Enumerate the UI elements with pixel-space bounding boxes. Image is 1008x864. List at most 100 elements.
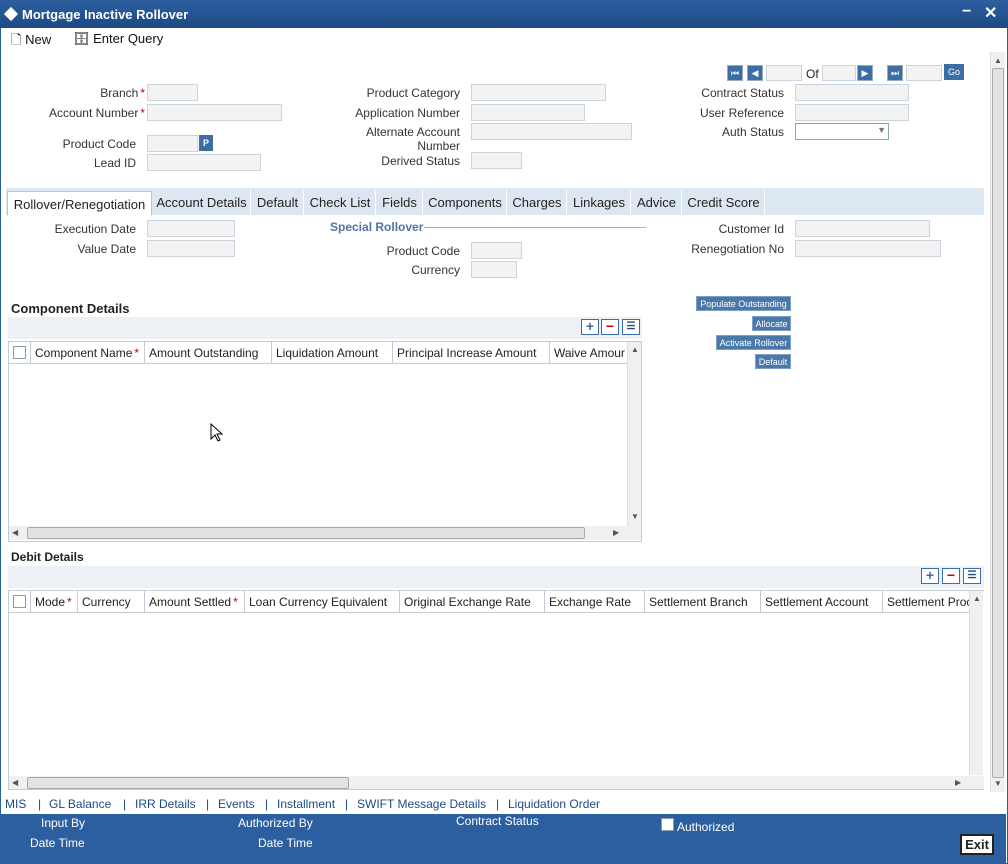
tab-default[interactable]: Default bbox=[252, 190, 304, 215]
tab-components[interactable]: Components bbox=[424, 190, 507, 215]
activate-rollover-button[interactable]: Activate Rollover bbox=[716, 335, 791, 350]
link-irr-details[interactable]: IRR Details bbox=[135, 797, 196, 811]
link-swift-message-details[interactable]: SWIFT Message Details bbox=[357, 797, 486, 811]
debit-grid-header: Mode * Currency Amount Settled * Loan Curr… bbox=[9, 591, 972, 613]
derived-status-field[interactable] bbox=[471, 152, 522, 169]
delete-row-icon[interactable]: − bbox=[942, 568, 960, 584]
branch-field[interactable] bbox=[147, 84, 198, 101]
tab-advice[interactable]: Advice bbox=[632, 190, 682, 215]
execution-date-field[interactable] bbox=[147, 220, 235, 237]
column-header[interactable]: Component Name * bbox=[31, 342, 145, 364]
column-header[interactable]: Principal Increase Amount bbox=[393, 342, 550, 364]
debit-grid-horizontal-scrollbar[interactable]: ◀ ▶ bbox=[9, 776, 984, 789]
scroll-left-icon[interactable]: ◀ bbox=[12, 778, 18, 787]
component-grid-horizontal-scrollbar[interactable]: ◀ ▶ bbox=[9, 526, 641, 540]
tab-charges[interactable]: Charges bbox=[508, 190, 567, 215]
scroll-up-icon[interactable]: ▲ bbox=[973, 594, 981, 603]
scroll-thumb[interactable] bbox=[27, 777, 349, 789]
derived-status-label: Derived Status bbox=[381, 154, 460, 168]
links-bar: MIS | GL Balance | IRR Details | Events … bbox=[1, 794, 1005, 814]
column-header[interactable]: Waive Amour bbox=[550, 342, 630, 364]
contract-status-field[interactable] bbox=[795, 84, 909, 101]
column-header[interactable]: Mode * bbox=[31, 591, 78, 613]
column-header[interactable]: Settlement Proc bbox=[883, 591, 972, 613]
tab-account-details[interactable]: Account Details bbox=[153, 190, 251, 215]
component-grid-vertical-scrollbar[interactable]: ▲ ▼ bbox=[627, 342, 641, 526]
minimize-button[interactable]: − bbox=[962, 3, 971, 21]
rollover-currency-field[interactable] bbox=[471, 261, 517, 278]
last-record-icon[interactable]: ⏭ bbox=[887, 65, 903, 81]
user-reference-field[interactable] bbox=[795, 104, 909, 121]
default-button[interactable]: Default bbox=[755, 354, 791, 369]
link-mis[interactable]: MIS bbox=[5, 797, 26, 811]
go-button[interactable]: Go bbox=[944, 64, 964, 80]
add-row-icon[interactable]: + bbox=[581, 319, 599, 335]
customer-id-field[interactable] bbox=[795, 220, 930, 237]
scroll-down-icon[interactable]: ▼ bbox=[994, 779, 1002, 788]
single-view-icon[interactable]: ☰ bbox=[622, 319, 640, 335]
next-record-icon[interactable]: ▶ bbox=[857, 65, 873, 81]
column-header[interactable]: Currency bbox=[78, 591, 145, 613]
total-records-field[interactable] bbox=[822, 65, 856, 81]
scroll-right-icon[interactable]: ▶ bbox=[613, 528, 619, 537]
link-installment[interactable]: Installment bbox=[277, 797, 335, 811]
tab-credit-score[interactable]: Credit Score bbox=[683, 190, 765, 215]
product-code-field[interactable] bbox=[147, 135, 198, 152]
allocate-button[interactable]: Allocate bbox=[752, 316, 791, 331]
add-row-icon[interactable]: + bbox=[921, 568, 939, 584]
column-header[interactable]: Exchange Rate bbox=[545, 591, 645, 613]
renegotiation-no-field[interactable] bbox=[795, 240, 941, 257]
current-record-field[interactable] bbox=[766, 65, 802, 81]
goto-record-field[interactable] bbox=[906, 65, 942, 81]
delete-row-icon[interactable]: − bbox=[601, 319, 619, 335]
new-button[interactable]: 🗋 New bbox=[11, 31, 51, 53]
scroll-right-icon[interactable]: ▶ bbox=[955, 778, 961, 787]
select-all-cell bbox=[9, 342, 31, 364]
debit-grid-vertical-scrollbar[interactable]: ▲ bbox=[969, 591, 983, 775]
exit-button[interactable]: Exit bbox=[960, 834, 994, 855]
column-header[interactable]: Amount Outstanding bbox=[145, 342, 272, 364]
previous-record-icon[interactable]: ◀ bbox=[747, 65, 763, 81]
link-events[interactable]: Events bbox=[218, 797, 255, 811]
close-button[interactable]: ✕ bbox=[984, 3, 997, 23]
scroll-left-icon[interactable]: ◀ bbox=[12, 528, 18, 537]
single-view-icon[interactable]: ☰ bbox=[963, 568, 981, 584]
column-header[interactable]: Original Exchange Rate bbox=[400, 591, 545, 613]
product-category-field[interactable] bbox=[471, 84, 606, 101]
enter-query-button[interactable]: 🗄 Enter Query bbox=[73, 31, 163, 47]
alternate-account-field[interactable] bbox=[471, 123, 632, 140]
lead-id-field[interactable] bbox=[147, 154, 261, 171]
account-number-field[interactable] bbox=[147, 104, 282, 121]
tab-check-list[interactable]: Check List bbox=[305, 190, 376, 215]
tab-linkages[interactable]: Linkages bbox=[568, 190, 631, 215]
link-liquidation-order[interactable]: Liquidation Order bbox=[508, 797, 600, 811]
tab-fields[interactable]: Fields bbox=[377, 190, 423, 215]
select-all-checkbox[interactable] bbox=[13, 595, 26, 608]
product-category-label: Product Category bbox=[366, 86, 460, 100]
window-vertical-scrollbar[interactable]: ▲ ▼ bbox=[990, 52, 1005, 792]
link-gl-balance[interactable]: GL Balance bbox=[49, 797, 111, 811]
scroll-up-icon[interactable]: ▲ bbox=[631, 345, 639, 354]
auth-status-select[interactable]: ▼ bbox=[795, 123, 889, 140]
first-record-icon[interactable]: ⏮ bbox=[727, 65, 743, 81]
column-header[interactable]: Amount Settled * bbox=[145, 591, 245, 613]
scroll-down-icon[interactable]: ▼ bbox=[631, 512, 639, 521]
scroll-up-icon[interactable]: ▲ bbox=[994, 56, 1002, 65]
product-code-lov-button[interactable]: P bbox=[199, 135, 213, 151]
column-header[interactable]: Liquidation Amount bbox=[272, 342, 393, 364]
select-all-checkbox[interactable] bbox=[13, 346, 26, 359]
link-separator: | bbox=[206, 797, 210, 811]
column-header[interactable]: Loan Currency Equivalent bbox=[245, 591, 400, 613]
link-separator: | bbox=[345, 797, 349, 811]
rollover-product-code-field[interactable] bbox=[471, 242, 522, 259]
scroll-thumb[interactable] bbox=[27, 527, 585, 539]
column-header[interactable]: Settlement Account bbox=[761, 591, 883, 613]
component-grid-header: Component Name * Amount Outstanding Liqui… bbox=[9, 342, 627, 364]
value-date-field[interactable] bbox=[147, 240, 235, 257]
populate-outstanding-button[interactable]: Populate Outstanding bbox=[696, 296, 791, 311]
column-header[interactable]: Settlement Branch bbox=[645, 591, 761, 613]
application-number-field[interactable] bbox=[471, 104, 585, 121]
scroll-thumb[interactable] bbox=[992, 68, 1004, 778]
lead-id-label: Lead ID bbox=[93, 156, 136, 170]
tab-rollover-renegotiation[interactable]: Rollover/Renegotiation bbox=[7, 191, 152, 216]
